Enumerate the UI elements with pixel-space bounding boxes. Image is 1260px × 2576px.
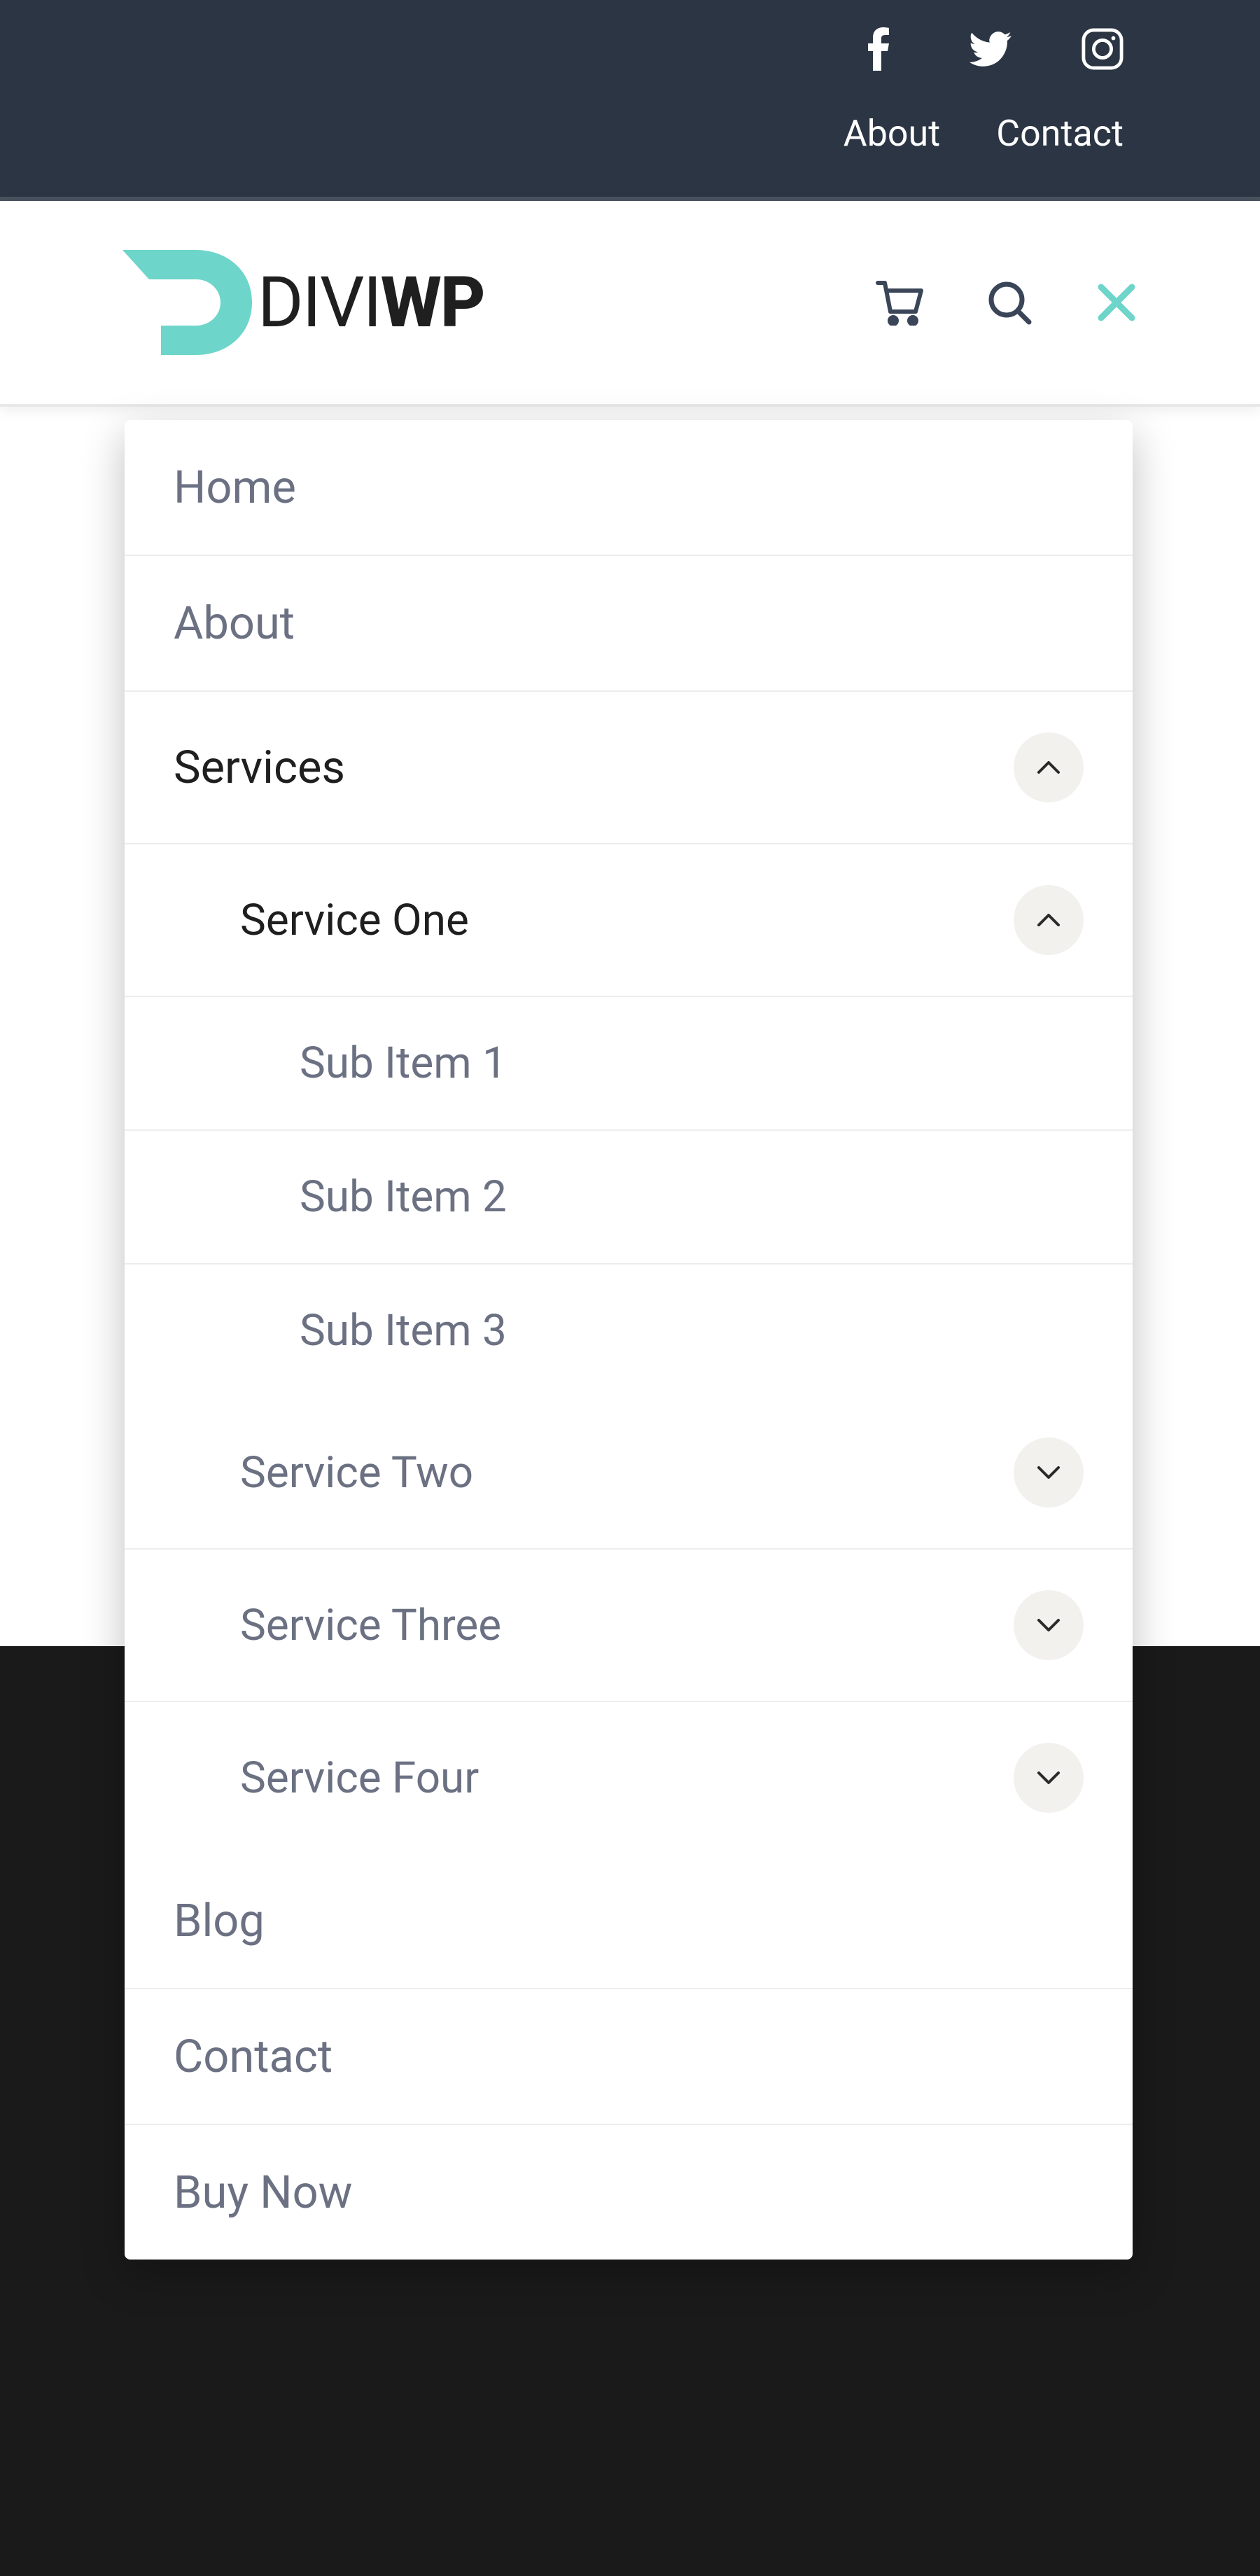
top-link-about[interactable]: About [844,112,940,155]
logo-mark-icon [122,250,252,355]
instagram-icon[interactable] [1082,28,1124,70]
logo-text: DIVIWP [258,262,484,344]
header: DIVIWP [0,201,1260,407]
menu-item-label: Sub Item 1 [300,1038,507,1089]
menu-item-about[interactable]: About [125,556,1133,692]
menu-item-blog[interactable]: Blog [125,1853,1133,1989]
menu-item-label: Sub Item 2 [300,1171,507,1223]
menu-item-label: Buy Now [174,2166,353,2219]
menu-item-sub-item-2[interactable]: Sub Item 2 [125,1131,1133,1265]
header-icons [875,280,1138,326]
logo[interactable]: DIVIWP [122,250,484,355]
chevron-down-icon[interactable] [1014,1437,1084,1508]
cart-icon[interactable] [875,280,924,326]
menu-item-contact[interactable]: Contact [125,1989,1133,2125]
menu-item-service-two[interactable]: Service Two [125,1397,1133,1550]
facebook-icon[interactable] [858,28,899,70]
close-icon[interactable] [1096,281,1138,323]
top-bar: About Contact [0,0,1260,201]
menu-item-label: Home [174,461,296,514]
menu-item-service-three[interactable]: Service Three [125,1550,1133,1702]
menu-item-label: Service Three [240,1600,501,1651]
menu-item-label: Sub Item 3 [300,1305,507,1356]
menu-item-label: Service Four [240,1753,479,1804]
chevron-down-icon[interactable] [1014,1590,1084,1660]
menu-item-service-four[interactable]: Service Four [125,1702,1133,1853]
submenu-services: Service One Sub Item 1 Sub Item 2 Sub It… [125,844,1133,1853]
mobile-menu: Home About Services Service One Sub Item… [125,420,1133,2260]
menu-item-label: About [174,597,295,650]
menu-item-label: Contact [174,2030,332,2083]
menu-item-sub-item-3[interactable]: Sub Item 3 [125,1265,1133,1397]
twitter-icon[interactable] [969,28,1011,70]
menu-item-label: Service One [240,895,469,946]
submenu-service-one: Sub Item 1 Sub Item 2 Sub Item 3 [125,997,1133,1397]
chevron-up-icon[interactable] [1014,885,1084,955]
menu-item-sub-item-1[interactable]: Sub Item 1 [125,997,1133,1131]
search-icon[interactable] [987,280,1032,326]
menu-item-label: Blog [174,1894,265,1947]
menu-item-services[interactable]: Services [125,692,1133,844]
top-link-contact[interactable]: Contact [996,112,1124,155]
menu-item-label: Services [174,741,345,794]
chevron-down-icon[interactable] [1014,1743,1084,1813]
menu-item-buy-now[interactable]: Buy Now [125,2125,1133,2260]
menu-item-service-one[interactable]: Service One [125,844,1133,997]
chevron-up-icon[interactable] [1014,732,1084,802]
social-icons [858,28,1138,70]
menu-item-label: Service Two [240,1447,473,1498]
top-links: About Contact [844,112,1138,155]
menu-item-home[interactable]: Home [125,420,1133,556]
